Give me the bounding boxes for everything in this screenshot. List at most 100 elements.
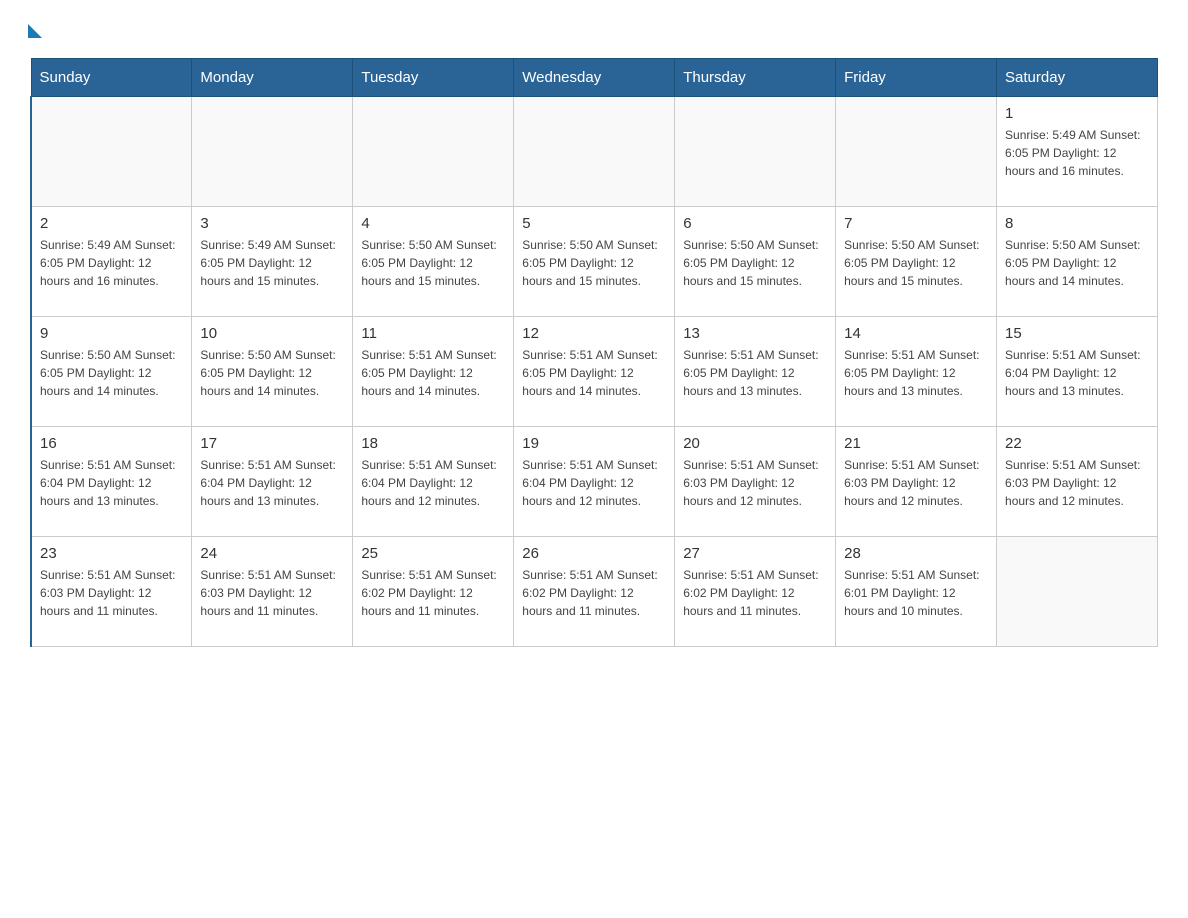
calendar-cell: 5 Sunrise: 5:50 AM Sunset: 6:05 PM Daylig… [514,207,675,317]
day-info: Sunrise: 5:49 AM Sunset: 6:05 PM Dayligh… [1005,126,1149,180]
week-row-5: 23 Sunrise: 5:51 AM Sunset: 6:03 PM Dayli… [31,537,1158,647]
day-number: 8 [1005,215,1149,232]
calendar-cell: 28 Sunrise: 5:51 AM Sunset: 6:01 PM Dayli… [836,537,997,647]
week-row-2: 2 Sunrise: 5:49 AM Sunset: 6:05 PM Daylig… [31,207,1158,317]
day-number: 13 [683,325,827,342]
calendar-cell: 14Sunrise: 5:51 AM Sunset: 6:05 PM Dayli… [836,317,997,427]
day-info: Sunrise: 5:51 AM Sunset: 6:03 PM Dayligh… [844,456,988,510]
day-header-thursday: Thursday [675,59,836,97]
calendar-cell: 3 Sunrise: 5:49 AM Sunset: 6:05 PM Daylig… [192,207,353,317]
day-number: 2 [40,215,183,232]
day-number: 26 [522,545,666,562]
calendar-cell: 7 Sunrise: 5:50 AM Sunset: 6:05 PM Daylig… [836,207,997,317]
day-info: Sunrise: 5:51 AM Sunset: 6:04 PM Dayligh… [522,456,666,510]
day-number: 22 [1005,435,1149,452]
day-info: Sunrise: 5:51 AM Sunset: 6:05 PM Dayligh… [522,346,666,400]
calendar-cell: 2 Sunrise: 5:49 AM Sunset: 6:05 PM Daylig… [31,207,192,317]
day-info: Sunrise: 5:51 AM Sunset: 6:05 PM Dayligh… [844,346,988,400]
day-number: 20 [683,435,827,452]
day-info: Sunrise: 5:51 AM Sunset: 6:03 PM Dayligh… [40,566,183,620]
day-number: 15 [1005,325,1149,342]
calendar-cell: 23 Sunrise: 5:51 AM Sunset: 6:03 PM Dayli… [31,537,192,647]
calendar-cell [997,537,1158,647]
day-number: 28 [844,545,988,562]
day-info: Sunrise: 5:51 AM Sunset: 6:04 PM Dayligh… [40,456,183,510]
week-row-4: 16 Sunrise: 5:51 AM Sunset: 6:04 PM Dayli… [31,427,1158,537]
calendar-cell: 15 Sunrise: 5:51 AM Sunset: 6:04 PM Dayli… [997,317,1158,427]
calendar-cell: 6 Sunrise: 5:50 AM Sunset: 6:05 PM Daylig… [675,207,836,317]
calendar-table: SundayMondayTuesdayWednesdayThursdayFrid… [30,58,1158,647]
calendar-cell: 1 Sunrise: 5:49 AM Sunset: 6:05 PM Daylig… [997,97,1158,207]
calendar-cell [675,97,836,207]
calendar-cell: 17 Sunrise: 5:51 AM Sunset: 6:04 PM Dayli… [192,427,353,537]
calendar-cell [353,97,514,207]
calendar-cell: 8 Sunrise: 5:50 AM Sunset: 6:05 PM Daylig… [997,207,1158,317]
day-info: Sunrise: 5:51 AM Sunset: 6:02 PM Dayligh… [522,566,666,620]
day-header-monday: Monday [192,59,353,97]
page-header [30,20,1158,38]
week-row-1: 1 Sunrise: 5:49 AM Sunset: 6:05 PM Daylig… [31,97,1158,207]
day-number: 18 [361,435,505,452]
day-number: 25 [361,545,505,562]
day-number: 17 [200,435,344,452]
day-info: Sunrise: 5:51 AM Sunset: 6:04 PM Dayligh… [1005,346,1149,400]
day-number: 16 [40,435,183,452]
day-number: 4 [361,215,505,232]
day-info: Sunrise: 5:50 AM Sunset: 6:05 PM Dayligh… [683,236,827,290]
calendar-cell: 24 Sunrise: 5:51 AM Sunset: 6:03 PM Dayli… [192,537,353,647]
calendar-cell: 4 Sunrise: 5:50 AM Sunset: 6:05 PM Daylig… [353,207,514,317]
day-number: 7 [844,215,988,232]
calendar-cell: 16 Sunrise: 5:51 AM Sunset: 6:04 PM Dayli… [31,427,192,537]
day-info: Sunrise: 5:50 AM Sunset: 6:05 PM Dayligh… [844,236,988,290]
day-info: Sunrise: 5:51 AM Sunset: 6:02 PM Dayligh… [361,566,505,620]
day-info: Sunrise: 5:51 AM Sunset: 6:02 PM Dayligh… [683,566,827,620]
calendar-cell: 13Sunrise: 5:51 AM Sunset: 6:05 PM Dayli… [675,317,836,427]
calendar-cell: 27 Sunrise: 5:51 AM Sunset: 6:02 PM Dayli… [675,537,836,647]
day-info: Sunrise: 5:51 AM Sunset: 6:04 PM Dayligh… [361,456,505,510]
calendar-cell: 26 Sunrise: 5:51 AM Sunset: 6:02 PM Dayli… [514,537,675,647]
day-number: 11 [361,325,505,342]
day-number: 1 [1005,105,1149,122]
calendar-cell [31,97,192,207]
day-info: Sunrise: 5:50 AM Sunset: 6:05 PM Dayligh… [1005,236,1149,290]
day-number: 24 [200,545,344,562]
day-number: 6 [683,215,827,232]
calendar-cell: 22 Sunrise: 5:51 AM Sunset: 6:03 PM Dayli… [997,427,1158,537]
day-info: Sunrise: 5:50 AM Sunset: 6:05 PM Dayligh… [361,236,505,290]
calendar-cell: 19 Sunrise: 5:51 AM Sunset: 6:04 PM Dayli… [514,427,675,537]
calendar-cell: 11Sunrise: 5:51 AM Sunset: 6:05 PM Dayli… [353,317,514,427]
day-info: Sunrise: 5:51 AM Sunset: 6:03 PM Dayligh… [200,566,344,620]
day-info: Sunrise: 5:51 AM Sunset: 6:03 PM Dayligh… [1005,456,1149,510]
day-header-wednesday: Wednesday [514,59,675,97]
day-info: Sunrise: 5:49 AM Sunset: 6:05 PM Dayligh… [40,236,183,290]
calendar-cell: 20 Sunrise: 5:51 AM Sunset: 6:03 PM Dayli… [675,427,836,537]
calendar-cell: 25 Sunrise: 5:51 AM Sunset: 6:02 PM Dayli… [353,537,514,647]
calendar-header-row: SundayMondayTuesdayWednesdayThursdayFrid… [31,59,1158,97]
day-info: Sunrise: 5:51 AM Sunset: 6:04 PM Dayligh… [200,456,344,510]
day-number: 12 [522,325,666,342]
day-header-tuesday: Tuesday [353,59,514,97]
day-info: Sunrise: 5:51 AM Sunset: 6:01 PM Dayligh… [844,566,988,620]
day-info: Sunrise: 5:50 AM Sunset: 6:05 PM Dayligh… [40,346,183,400]
day-number: 21 [844,435,988,452]
day-info: Sunrise: 5:50 AM Sunset: 6:05 PM Dayligh… [200,346,344,400]
day-number: 19 [522,435,666,452]
logo-arrow-icon [28,24,42,38]
day-number: 10 [200,325,344,342]
day-number: 3 [200,215,344,232]
week-row-3: 9Sunrise: 5:50 AM Sunset: 6:05 PM Daylig… [31,317,1158,427]
day-info: Sunrise: 5:51 AM Sunset: 6:03 PM Dayligh… [683,456,827,510]
calendar-cell: 12 Sunrise: 5:51 AM Sunset: 6:05 PM Dayli… [514,317,675,427]
calendar-cell: 21 Sunrise: 5:51 AM Sunset: 6:03 PM Dayli… [836,427,997,537]
calendar-cell: 9Sunrise: 5:50 AM Sunset: 6:05 PM Daylig… [31,317,192,427]
calendar-cell [514,97,675,207]
calendar-cell [836,97,997,207]
day-header-saturday: Saturday [997,59,1158,97]
day-header-friday: Friday [836,59,997,97]
day-number: 27 [683,545,827,562]
calendar-cell: 18 Sunrise: 5:51 AM Sunset: 6:04 PM Dayli… [353,427,514,537]
day-info: Sunrise: 5:49 AM Sunset: 6:05 PM Dayligh… [200,236,344,290]
day-number: 5 [522,215,666,232]
day-info: Sunrise: 5:50 AM Sunset: 6:05 PM Dayligh… [522,236,666,290]
day-number: 23 [40,545,183,562]
